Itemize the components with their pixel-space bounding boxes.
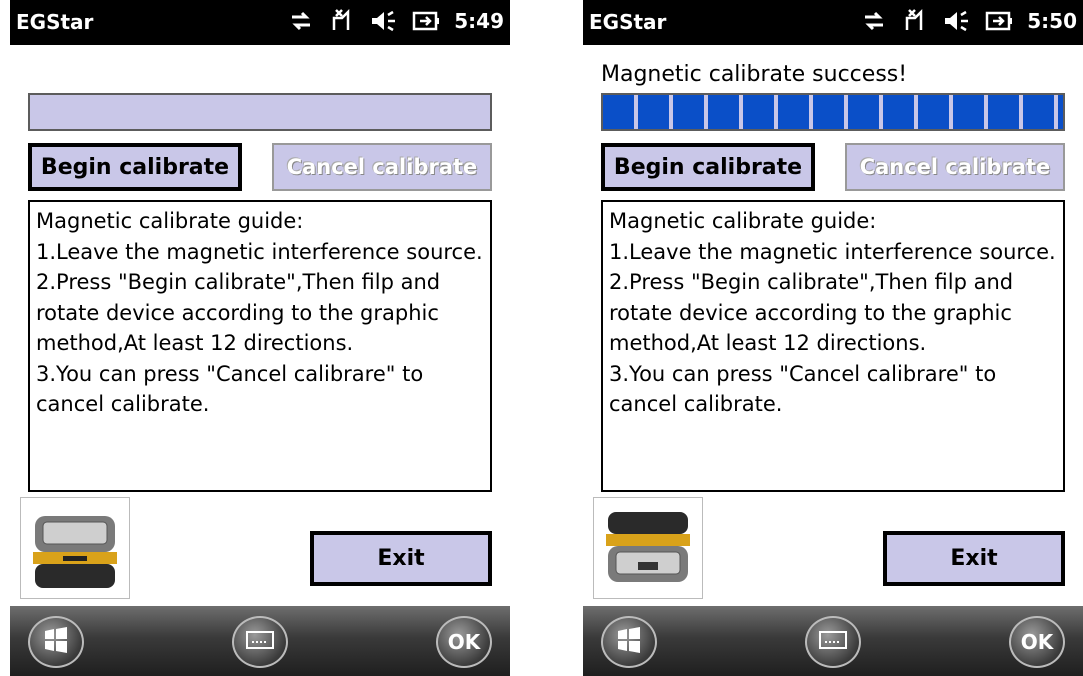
title-bar: EGStar 5:49 (10, 0, 510, 45)
calibration-progress-bar (28, 93, 492, 131)
exit-button[interactable]: Exit (883, 531, 1065, 586)
device-image (20, 497, 130, 599)
ok-button[interactable]: OK (436, 616, 492, 668)
windows-start-icon (614, 625, 644, 660)
begin-calibrate-button[interactable]: Begin calibrate (28, 143, 242, 191)
signal-off-icon[interactable] (328, 8, 356, 34)
guide-line: 2.Press "Begin calibrate",Then filp and … (609, 270, 1014, 355)
guide-line: 3.You can press "Cancel calibrare" to ca… (36, 361, 424, 417)
calibrate-guide-text: Magnetic calibrate guide: 1.Leave the ma… (28, 200, 492, 492)
signal-off-icon[interactable] (901, 8, 929, 34)
calibrate-guide-text: Magnetic calibrate guide: 1.Leave the ma… (601, 200, 1065, 492)
taskbar: OK (583, 606, 1083, 676)
guide-line: 1.Leave the magnetic interference source… (609, 239, 1056, 264)
clock: 5:49 (454, 9, 504, 33)
guide-line: Magnetic calibrate guide: (36, 209, 304, 233)
windows-start-button[interactable] (28, 616, 84, 668)
progress-fill (603, 95, 1063, 129)
guide-line: 2.Press "Begin calibrate",Then filp and … (36, 270, 441, 355)
keyboard-icon (245, 629, 275, 656)
battery-icon[interactable] (412, 10, 440, 32)
status-message: Magnetic calibrate success! (601, 62, 908, 87)
windows-start-icon (41, 625, 71, 660)
app-title: EGStar (589, 10, 667, 34)
screen-after: EGStar 5:50 Magnetic calibrate success! … (583, 0, 1083, 676)
device-image (593, 497, 703, 599)
title-bar: EGStar 5:50 (583, 0, 1083, 45)
connectivity-icon[interactable] (288, 9, 314, 33)
calibration-progress-bar (601, 93, 1065, 131)
guide-line: 1.Leave the magnetic interference source… (36, 239, 483, 264)
keyboard-button[interactable] (232, 616, 288, 668)
status-area: 5:49 (288, 8, 504, 34)
guide-line: 3.You can press "Cancel calibrare" to ca… (609, 361, 997, 417)
guide-line: Magnetic calibrate guide: (609, 209, 877, 233)
cancel-calibrate-button: Cancel calibrate (845, 143, 1065, 191)
windows-start-button[interactable] (601, 616, 657, 668)
begin-calibrate-button[interactable]: Begin calibrate (601, 143, 815, 191)
keyboard-icon (818, 629, 848, 656)
cancel-calibrate-button: Cancel calibrate (272, 143, 492, 191)
ok-button[interactable]: OK (1009, 616, 1065, 668)
clock: 5:50 (1027, 9, 1077, 33)
app-title: EGStar (16, 10, 94, 34)
keyboard-button[interactable] (805, 616, 861, 668)
status-area: 5:50 (861, 8, 1077, 34)
exit-button[interactable]: Exit (310, 531, 492, 586)
screen-before: EGStar 5:49 Begin calibrate Cancel calib… (10, 0, 510, 676)
taskbar: OK (10, 606, 510, 676)
speaker-icon[interactable] (370, 9, 398, 33)
battery-icon[interactable] (985, 10, 1013, 32)
speaker-icon[interactable] (943, 9, 971, 33)
connectivity-icon[interactable] (861, 9, 887, 33)
